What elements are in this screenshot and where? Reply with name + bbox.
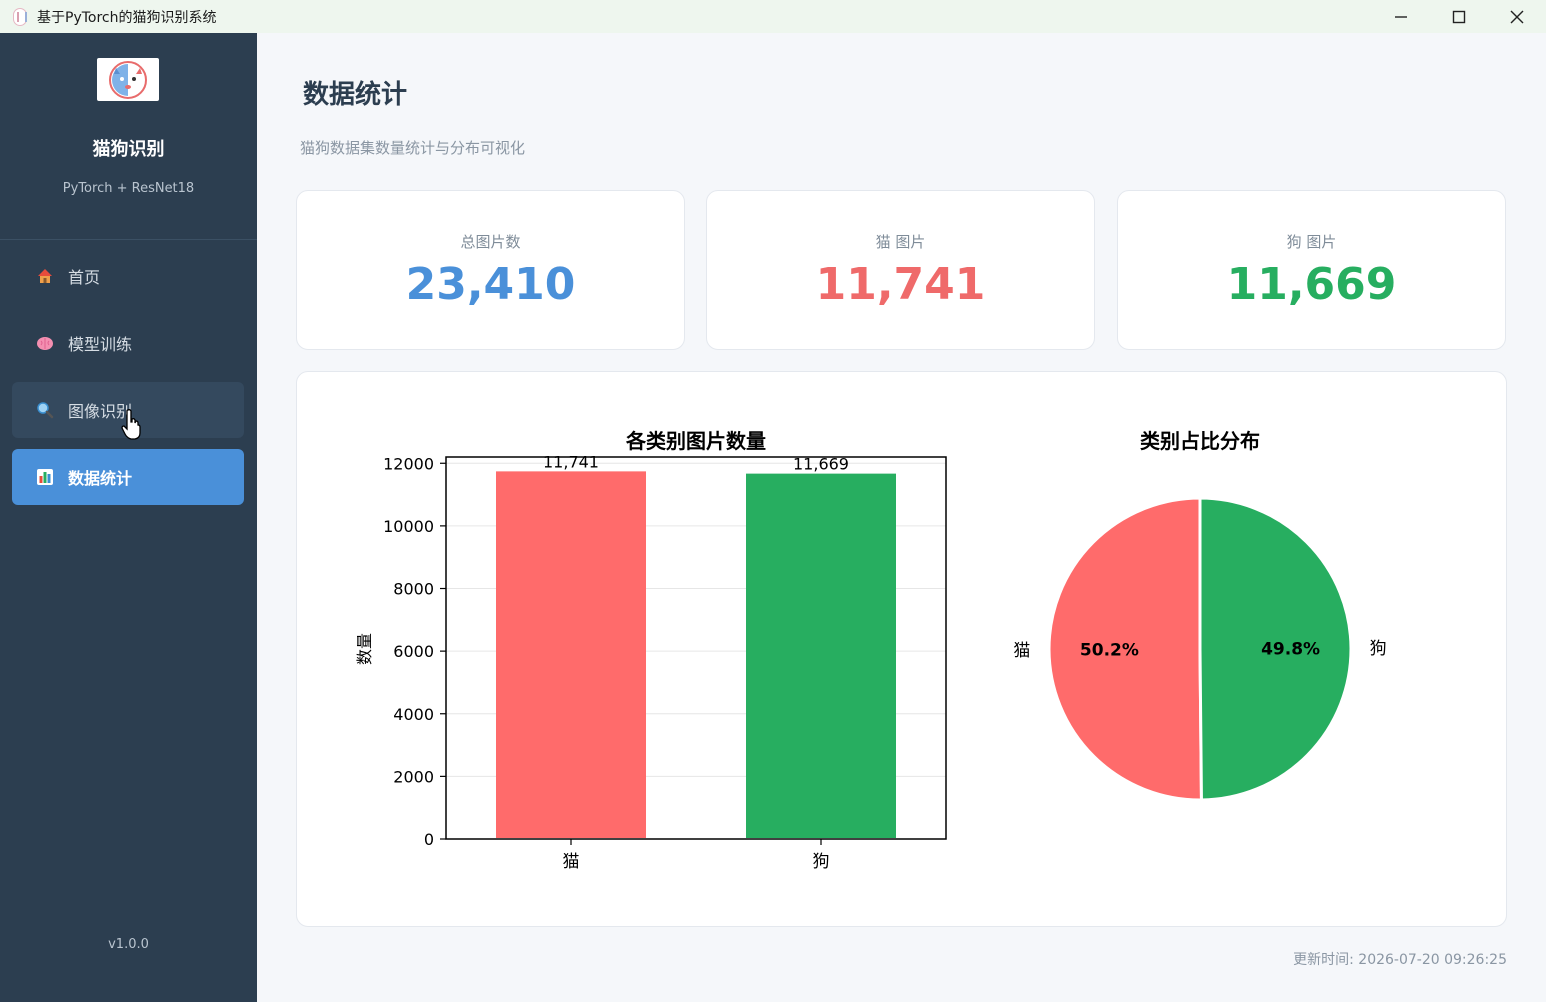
sidebar-item-label: 模型训练: [68, 335, 133, 354]
sidebar-item-label: 首页: [68, 268, 101, 287]
stat-value: 23,410: [405, 259, 576, 310]
charts-canvas: 各类别图片数量 数量 0 2000 4000 6000 8000 10000 12000 11…: [355, 429, 1387, 872]
page-title: 数据统计: [303, 80, 408, 110]
window-title: 基于PyTorch的猫狗识别系统: [37, 9, 217, 26]
sidebar-divider: [0, 239, 257, 240]
sidebar: 猫狗识别 PyTorch + ResNet18 首页 模型训练 图像识别 数据统…: [0, 33, 257, 1002]
pie-chart-title: 类别占比分布: [1140, 429, 1260, 453]
y-tick-label: 10000: [383, 517, 434, 536]
window-controls: [1372, 0, 1546, 33]
pie-chart: 50.2% 猫 49.8% 狗: [1013, 496, 1387, 802]
bar-1: [746, 473, 896, 838]
logo: [97, 58, 159, 101]
bar-chart-title: 各类别图片数量: [625, 429, 766, 453]
maximize-button[interactable]: [1430, 0, 1488, 33]
close-icon: [1510, 10, 1524, 23]
stat-label: 狗 图片: [1286, 233, 1337, 251]
sidebar-item-statistics[interactable]: 数据统计: [12, 449, 244, 505]
pie-percent-label: 50.2%: [1080, 640, 1139, 660]
pie-category-label: 狗: [1370, 639, 1387, 659]
minimize-button[interactable]: [1372, 0, 1430, 33]
chart-panel: 各类别图片数量 数量 0 2000 4000 6000 8000 10000 12000 11…: [296, 371, 1507, 927]
bar-value-label: 11,741: [543, 452, 599, 471]
y-tick-label: 2000: [393, 767, 434, 786]
x-tick-label: 狗: [813, 852, 830, 872]
bar-chart: 020004000600080001000012000 11,741猫11,669…: [383, 452, 946, 872]
stat-card-cat: 猫 图片 11,741: [706, 190, 1095, 350]
cat-dog-logo-icon: [109, 60, 147, 99]
sidebar-item-label: 数据统计: [68, 469, 133, 488]
y-tick-label: 6000: [393, 642, 434, 661]
stat-label: 猫 图片: [875, 233, 926, 251]
y-tick-label: 0: [424, 830, 434, 849]
update-time: 更新时间: 2026-07-20 09:26:25: [1293, 952, 1507, 968]
page-subtitle: 猫狗数据集数量统计与分布可视化: [300, 139, 526, 157]
pie-category-label: 猫: [1013, 641, 1030, 661]
app-icon: [13, 7, 27, 26]
bar-chart-ylabel: 数量: [355, 633, 374, 665]
window-titlebar: 基于PyTorch的猫狗识别系统: [0, 0, 1546, 33]
close-button[interactable]: [1488, 0, 1546, 33]
maximize-icon: [1452, 10, 1466, 23]
brand-subtitle: PyTorch + ResNet18: [62, 181, 195, 196]
y-tick-label: 8000: [393, 580, 434, 599]
x-tick-label: 猫: [563, 852, 580, 872]
sidebar-item-home[interactable]: 首页: [12, 248, 244, 304]
brain-icon: [36, 334, 54, 352]
pie-percent-label: 49.8%: [1261, 640, 1320, 660]
stat-card-dog: 狗 图片 11,669: [1117, 190, 1506, 350]
bar-0: [496, 471, 646, 838]
sidebar-item-training[interactable]: 模型训练: [12, 315, 244, 371]
stat-label: 总图片数: [460, 233, 521, 251]
y-tick-label: 4000: [393, 705, 434, 724]
stat-card-total: 总图片数 23,410: [296, 190, 685, 350]
bar-chart-icon: [36, 468, 54, 486]
stat-value: 11,669: [1226, 259, 1397, 310]
home-icon: [36, 267, 54, 285]
hand-cursor-icon: [121, 409, 141, 440]
y-tick-label: 12000: [383, 454, 434, 473]
magnifier-icon: [36, 401, 54, 419]
stat-value: 11,741: [815, 259, 986, 310]
minimize-icon: [1395, 15, 1407, 18]
version-label: v1.0.0: [108, 937, 149, 952]
brand-name: 猫狗识别: [92, 139, 165, 160]
